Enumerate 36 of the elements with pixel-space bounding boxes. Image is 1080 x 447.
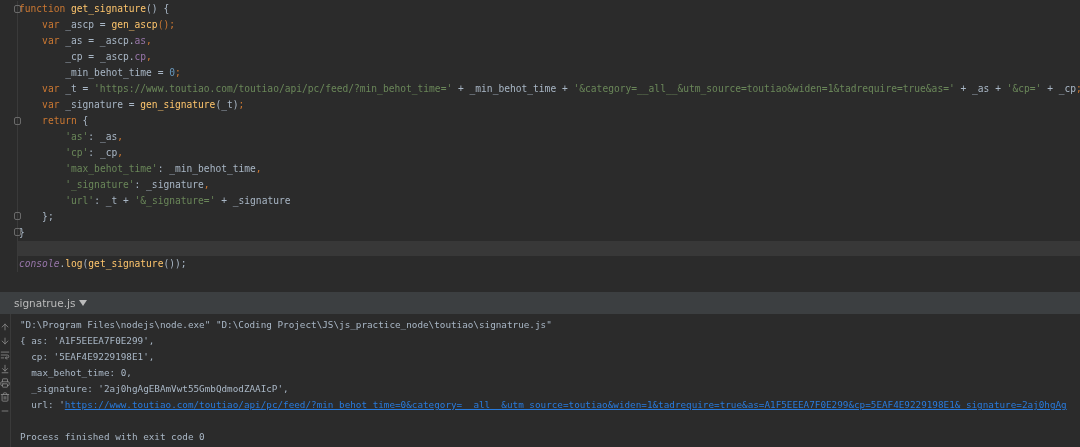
arrow-down-icon[interactable]: [0, 336, 10, 346]
code-line: _cp = _ascp.cp,: [65, 50, 152, 65]
console-link[interactable]: https://www.toutiao.com/toutiao/api/pc/feed/?min_behot_time=0&category=__all__&utm_source=toutiao&widen=1&tadrequire=true&as=A1F5EEEA7F0E299&cp=5EAF4E9229198E1&_signature=2aj0hgAg: [64, 399, 1067, 410]
exit-message: Process finished with exit code 0: [20, 430, 206, 444]
code-line: }: [19, 226, 25, 240]
code-line: };: [42, 210, 54, 224]
console-text: { as: 'A1F5EEEA7F0E299',: [20, 334, 156, 348]
code-line: var _signature = gen_signature(_t);: [42, 98, 245, 113]
code-line: 'cp': _cp,: [65, 146, 123, 161]
console-text: max_behot_time: 0,: [30, 366, 133, 380]
code-line: return {: [42, 114, 89, 128]
console-text: _signature: '2aj0hgAgEBAmVwt55GmbQdmodZAAIcP',: [30, 382, 290, 396]
code-line: var _as = _ascp.as,: [42, 34, 152, 49]
fold-icon[interactable]: [14, 228, 21, 237]
code-line: 'url': _t + '&_signature=' + _signature: [65, 194, 291, 209]
code-line: function get_signature() {: [19, 2, 170, 17]
console-text: cp: '5EAF4E9229198E1',: [30, 350, 156, 364]
trash-icon[interactable]: [0, 392, 10, 402]
command-line: "D:\Program Files\nodejs\node.exe" "D:\Coding Project\JS\js_practice_node\toutiao\signatrue.js": [20, 318, 553, 332]
arrow-up-icon[interactable]: [0, 322, 10, 332]
fold-icon[interactable]: [14, 4, 21, 13]
code-line: 'max_behot_time': _min_behot_time,: [65, 162, 262, 177]
code-line: console.log(get_signature());: [19, 257, 187, 272]
fold-icon[interactable]: [14, 116, 21, 125]
printer-icon[interactable]: [0, 378, 10, 388]
console-text: url: ': [30, 398, 65, 412]
wrap-text-icon[interactable]: [0, 350, 10, 360]
code-line: _min_behot_time = 0;: [65, 66, 181, 81]
caret-icon[interactable]: [79, 300, 88, 306]
code-line: 'as': _as,: [65, 130, 123, 145]
code-line: '_signature': _signature,: [65, 178, 210, 193]
code-line: var _ascp = gen_ascp();: [42, 18, 175, 33]
run-tab[interactable]: signatrue.js: [0, 292, 94, 314]
fold-icon[interactable]: [14, 212, 21, 221]
download-icon[interactable]: [0, 364, 10, 374]
code-line: var _t = 'https://www.toutiao.com/toutiao/api/pc/feed/?min_behot_time=' + _min_behot_time + '&category=__all__&utm_source=toutiao&widen=1&tadrequire=true&as=' + _as + '&cp=' + _cp;: [42, 82, 1080, 97]
